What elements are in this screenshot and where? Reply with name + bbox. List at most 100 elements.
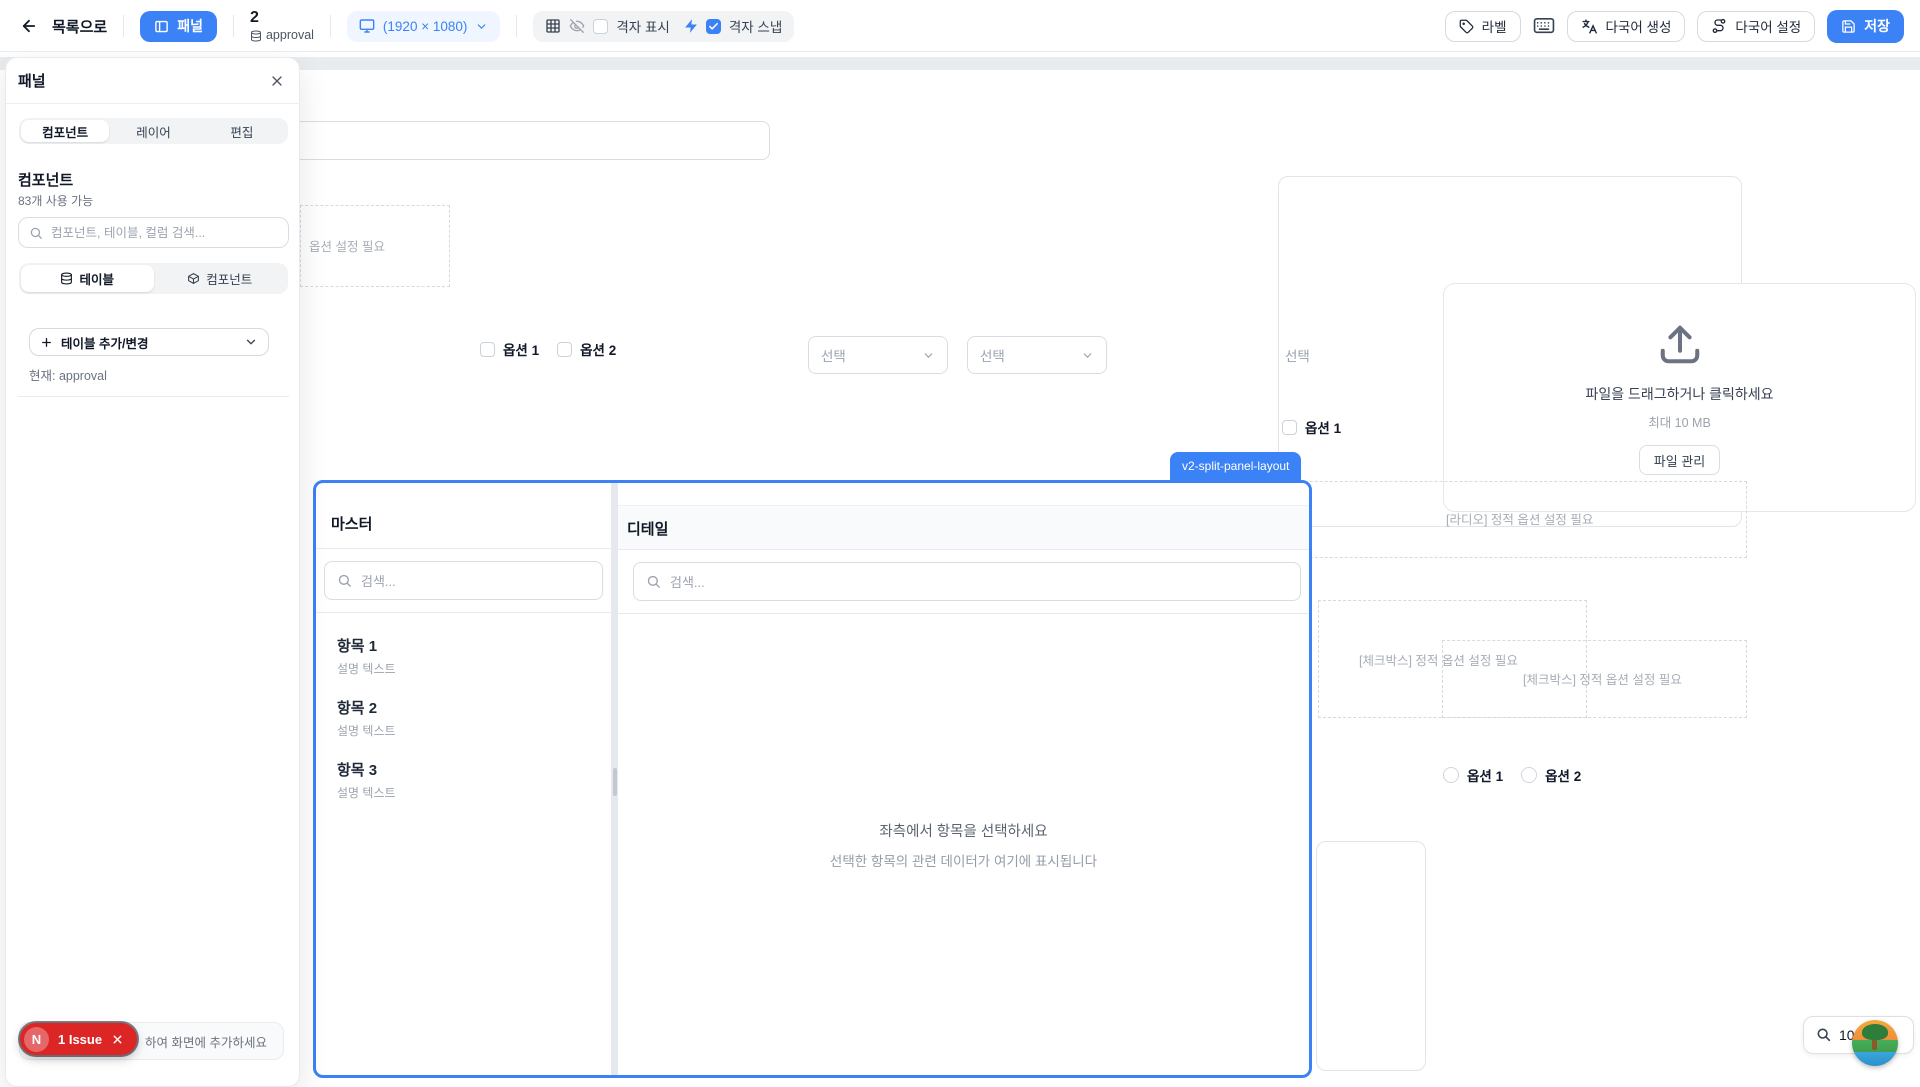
- viewport-size-dropdown[interactable]: (1920 × 1080): [347, 11, 500, 42]
- detail-empty-state: 좌측에서 항목을 선택하세요 선택한 항목의 관련 데이터가 여기에 표시됩니다: [618, 614, 1309, 1075]
- page-number: 2: [250, 9, 314, 27]
- components-count: 83개 사용 가능: [18, 192, 93, 209]
- select-placeholder: 선택: [821, 345, 846, 365]
- empty-state-desc: 선택한 항목의 관련 데이터가 여기에 표시됩니다: [830, 850, 1097, 870]
- source-toggle: 테이블 컴포넌트: [19, 263, 288, 294]
- canvas-select-2[interactable]: 선택: [967, 336, 1107, 374]
- chevron-down-icon: [1081, 349, 1094, 362]
- search-icon: [646, 574, 661, 589]
- monitor-icon: [359, 18, 375, 34]
- grid-show-label: 격자 표시: [616, 16, 669, 36]
- current-table-label: 현재: approval: [29, 365, 107, 384]
- item-desc: 설명 텍스트: [337, 784, 590, 801]
- detail-pane: 디테일 검색... 좌측에서 항목을 선택하세요 선택한 항목의 관련 데이터가…: [618, 483, 1309, 1075]
- label-button[interactable]: 라벨: [1445, 11, 1521, 42]
- tab-layers[interactable]: 레이어: [109, 120, 197, 142]
- radio-option2-label: 옵션 2: [1545, 765, 1581, 785]
- detail-search-input[interactable]: 검색...: [633, 562, 1301, 601]
- checkbox-option2-label: 옵션 2: [580, 339, 616, 359]
- canvas-select-1[interactable]: 선택: [808, 336, 948, 374]
- divider: [123, 15, 124, 37]
- viewport-label: (1920 × 1080): [383, 19, 467, 34]
- card-checkbox-option1[interactable]: 옵션 1: [1282, 417, 1341, 437]
- select-warning-box[interactable]: 옵션 설정 필요: [300, 205, 450, 287]
- radio-icon[interactable]: [1521, 767, 1537, 783]
- toggle-component[interactable]: 컴포넌트: [154, 265, 287, 292]
- canvas-checkbox-option1[interactable]: 옵션 1: [480, 339, 539, 359]
- split-panel-component[interactable]: 마스터 검색... 항목 1 설명 텍스트 항목 2 설명 텍스트 항목 3 설…: [313, 480, 1312, 1078]
- grid-show-checkbox[interactable]: [593, 19, 608, 34]
- magnifier-icon: [1816, 1027, 1832, 1043]
- list-item[interactable]: 항목 3 설명 텍스트: [316, 751, 611, 813]
- canvas-radio-option1[interactable]: 옵션 1: [1443, 765, 1503, 785]
- panel-title: 패널: [18, 70, 46, 91]
- issue-badge[interactable]: N 1 Issue: [20, 1023, 137, 1055]
- i18n-generate-button[interactable]: 다국어 생성: [1567, 11, 1686, 42]
- save-button-text: 저장: [1864, 16, 1890, 36]
- select-placeholder: 선택: [980, 345, 1005, 365]
- item-title: 항목 1: [337, 635, 590, 656]
- top-toolbar: 목록으로 패널 2 approval (1920 × 1080): [0, 0, 1920, 52]
- panel-toggle-button[interactable]: 패널: [140, 11, 217, 42]
- upload-limit: 최대 10 MB: [1444, 412, 1915, 431]
- selected-component-label: v2-split-panel-layout: [1170, 452, 1301, 480]
- master-search-placeholder: 검색...: [361, 571, 396, 590]
- radio-icon[interactable]: [1443, 767, 1459, 783]
- grid-snap-checkbox[interactable]: [706, 19, 721, 34]
- grid-snap-label: 격자 스냅: [729, 16, 782, 36]
- i18n-settings-button[interactable]: 다국어 설정: [1697, 11, 1815, 42]
- master-item-list: 항목 1 설명 텍스트 항목 2 설명 텍스트 항목 3 설명 텍스트: [316, 613, 611, 813]
- eye-off-icon: [569, 18, 585, 34]
- label-button-text: 라벨: [1482, 16, 1507, 36]
- file-upload-dropzone[interactable]: 파일을 드래그하거나 클릭하세요 최대 10 MB 파일 관리: [1443, 283, 1916, 512]
- master-search-input[interactable]: 검색...: [324, 561, 603, 600]
- save-button[interactable]: 저장: [1827, 10, 1904, 43]
- toggle-component-label: 컴포넌트: [206, 269, 252, 288]
- tab-components[interactable]: 컴포넌트: [21, 120, 109, 142]
- checkbox-icon[interactable]: [557, 342, 572, 357]
- chevron-down-icon: [244, 335, 258, 349]
- divider: [18, 396, 289, 397]
- component-search-field[interactable]: [18, 217, 289, 248]
- back-to-list-button[interactable]: 목록으로: [20, 16, 107, 37]
- checkbox-warning-box-b[interactable]: [체크박스] 정적 옵션 설정 필요: [1442, 640, 1747, 718]
- list-item[interactable]: 항목 1 설명 텍스트: [316, 627, 611, 689]
- i18n-settings-text: 다국어 설정: [1735, 16, 1801, 36]
- canvas-checkbox-option2[interactable]: 옵션 2: [557, 339, 616, 359]
- card-select-label: 선택: [1285, 345, 1310, 365]
- component-search-input[interactable]: [51, 226, 278, 240]
- panel-tabs: 컴포넌트 레이어 편집: [19, 118, 288, 144]
- master-pane: 마스터 검색... 항목 1 설명 텍스트 항목 2 설명 텍스트 항목 3 설…: [316, 483, 611, 1075]
- pane-resize-handle[interactable]: [611, 483, 618, 1075]
- upload-title: 파일을 드래그하거나 클릭하세요: [1444, 384, 1915, 404]
- island-emoji-icon[interactable]: [1852, 1020, 1898, 1066]
- checkbox-icon[interactable]: [1282, 420, 1297, 435]
- plus-icon: [40, 336, 53, 349]
- panel-button-label: 패널: [177, 16, 203, 36]
- route-icon: [1711, 18, 1727, 34]
- checkbox-warning-text-b: [체크박스] 정적 옵션 설정 필요: [1523, 669, 1682, 688]
- database-icon: [60, 272, 73, 285]
- divider: [516, 15, 517, 37]
- divider: [330, 15, 331, 37]
- card-checkbox-label: 옵션 1: [1305, 417, 1341, 437]
- i18n-generate-text: 다국어 생성: [1606, 16, 1672, 36]
- cube-icon: [187, 272, 200, 285]
- arrow-left-icon: [20, 17, 38, 35]
- close-icon[interactable]: [269, 73, 285, 89]
- checkbox-option1-label: 옵션 1: [503, 339, 539, 359]
- toggle-table[interactable]: 테이블: [21, 265, 154, 292]
- detail-search-placeholder: 검색...: [670, 572, 705, 591]
- panel-left-icon: [154, 19, 169, 34]
- checkbox-icon[interactable]: [480, 342, 495, 357]
- resize-grip-icon: [613, 768, 617, 796]
- upload-icon: [1444, 322, 1915, 368]
- keyboard-icon[interactable]: [1533, 17, 1555, 35]
- file-manage-button[interactable]: 파일 관리: [1639, 445, 1720, 475]
- issue-badge-initial: N: [24, 1027, 49, 1052]
- tab-edit[interactable]: 편집: [198, 120, 286, 142]
- add-table-button[interactable]: 테이블 추가/변경: [29, 328, 269, 356]
- canvas-radio-option2[interactable]: 옵션 2: [1521, 765, 1581, 785]
- close-icon[interactable]: [111, 1033, 124, 1046]
- list-item[interactable]: 항목 2 설명 텍스트: [316, 689, 611, 751]
